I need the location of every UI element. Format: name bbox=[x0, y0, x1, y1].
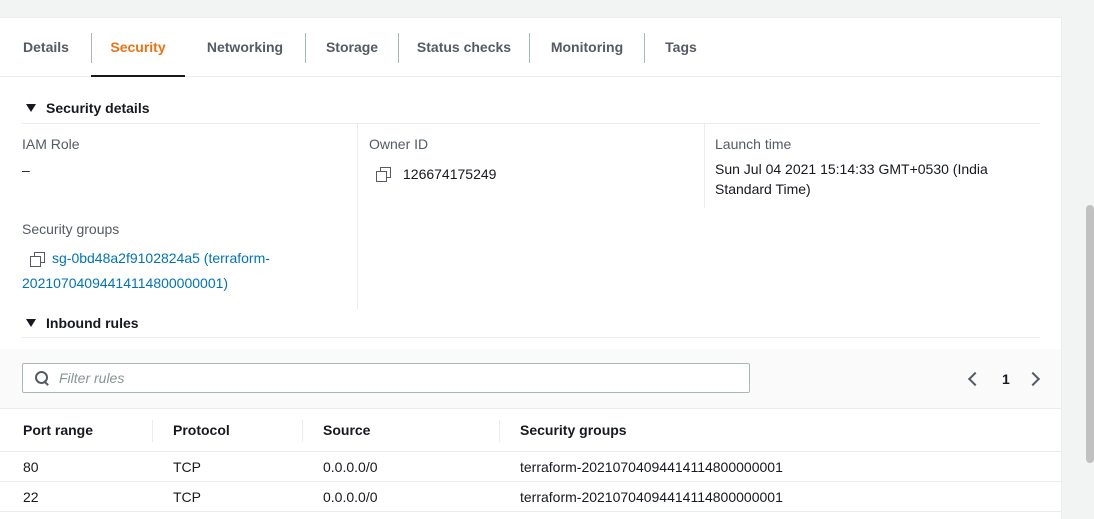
cell-security-group: terraform-20210704094414114800000001 bbox=[520, 489, 783, 505]
column-separator bbox=[499, 420, 500, 442]
tab-security[interactable]: Security bbox=[91, 18, 185, 77]
previous-page-button[interactable] bbox=[967, 369, 983, 389]
chevron-right-icon bbox=[1025, 371, 1041, 387]
copy-icon[interactable] bbox=[376, 167, 391, 182]
search-icon bbox=[35, 371, 49, 385]
launch-time-line: Standard Time) bbox=[715, 181, 811, 197]
chevron-left-icon bbox=[967, 371, 983, 387]
launch-time-line: Sun Jul 04 2021 15:14:33 GMT+0530 (India bbox=[715, 161, 988, 177]
tab-status-checks[interactable]: Status checks bbox=[409, 18, 519, 76]
column-header-source[interactable]: Source bbox=[323, 422, 370, 438]
tab-separator bbox=[529, 33, 530, 63]
owner-id-row: 126674175249 bbox=[376, 164, 496, 184]
tab-separator bbox=[305, 33, 306, 63]
launch-time-label: Launch time bbox=[715, 136, 792, 152]
divider bbox=[22, 337, 1040, 338]
table-row[interactable]: 80 TCP 0.0.0.0/0 terraform-2021070409441… bbox=[0, 452, 1061, 482]
column-header-protocol[interactable]: Protocol bbox=[173, 422, 230, 438]
table-row[interactable]: 22 TCP 0.0.0.0/0 terraform-2021070409441… bbox=[0, 482, 1061, 512]
copy-icon[interactable] bbox=[30, 251, 45, 267]
cell-port-range: 80 bbox=[23, 459, 39, 475]
column-separator bbox=[302, 420, 303, 442]
next-page-button[interactable] bbox=[1025, 369, 1041, 389]
scrollbar-thumb[interactable] bbox=[1086, 205, 1094, 463]
tab-bar: Details Security Networking Storage Stat… bbox=[0, 18, 1062, 77]
inbound-rules-title: Inbound rules bbox=[46, 315, 139, 331]
security-group-link-block: sg-0bd48a2f9102824a5 (terraform- 2021070… bbox=[22, 246, 270, 296]
column-divider bbox=[357, 124, 358, 309]
column-divider bbox=[704, 124, 705, 208]
caret-down-icon bbox=[26, 104, 36, 112]
iam-role-value: – bbox=[22, 162, 30, 178]
owner-id-label: Owner ID bbox=[369, 136, 429, 152]
tab-storage[interactable]: Storage bbox=[316, 18, 388, 76]
tab-separator bbox=[398, 33, 399, 63]
page-number[interactable]: 1 bbox=[1002, 369, 1010, 389]
security-details-toggle[interactable]: Security details bbox=[26, 100, 150, 116]
owner-id-value: 126674175249 bbox=[403, 166, 497, 182]
tab-networking[interactable]: Networking bbox=[196, 18, 294, 76]
cell-protocol: TCP bbox=[173, 489, 201, 505]
security-details-title: Security details bbox=[46, 100, 150, 116]
security-group-link[interactable]: 20210704094414114800000001) bbox=[22, 271, 270, 296]
tab-details[interactable]: Details bbox=[12, 18, 80, 76]
cell-port-range: 22 bbox=[23, 489, 39, 505]
iam-role-label: IAM Role bbox=[22, 136, 80, 152]
column-header-security-groups[interactable]: Security groups bbox=[520, 422, 627, 438]
filter-field[interactable] bbox=[22, 363, 750, 393]
cell-protocol: TCP bbox=[173, 459, 201, 475]
security-group-link[interactable]: sg-0bd48a2f9102824a5 (terraform- bbox=[52, 246, 270, 271]
instance-details-panel: Details Security Networking Storage Stat… bbox=[0, 17, 1062, 519]
tab-monitoring[interactable]: Monitoring bbox=[540, 18, 634, 76]
cell-source: 0.0.0.0/0 bbox=[323, 459, 378, 475]
cell-security-group: terraform-20210704094414114800000001 bbox=[520, 459, 783, 475]
table-top-border bbox=[0, 408, 1061, 409]
launch-time-value: Sun Jul 04 2021 15:14:33 GMT+0530 (India… bbox=[715, 159, 988, 199]
tab-tags[interactable]: Tags bbox=[655, 18, 707, 76]
cell-source: 0.0.0.0/0 bbox=[323, 489, 378, 505]
inbound-rules-toggle[interactable]: Inbound rules bbox=[26, 315, 139, 331]
caret-down-icon bbox=[26, 319, 36, 327]
security-groups-label: Security groups bbox=[22, 221, 120, 237]
filter-input[interactable] bbox=[59, 365, 739, 391]
tab-separator bbox=[644, 33, 645, 63]
column-separator bbox=[152, 420, 153, 442]
column-header-port-range[interactable]: Port range bbox=[23, 422, 93, 438]
divider bbox=[22, 123, 1040, 124]
